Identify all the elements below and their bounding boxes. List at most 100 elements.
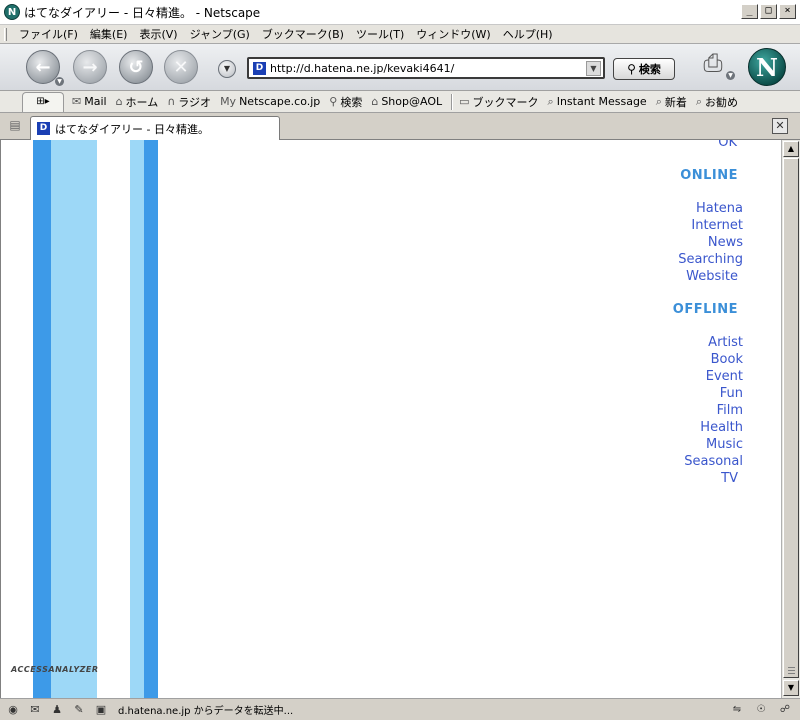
tab-hatena-diary[interactable]: D はてなダイアリー - 日々精進。 (30, 116, 280, 140)
netscape-app-icon: N (4, 4, 20, 20)
category-link-music[interactable]: Music (706, 437, 743, 452)
back-history-dropdown[interactable]: ▼ (55, 77, 64, 86)
category-link-fun[interactable]: Fun (720, 386, 743, 401)
bookmark-folder[interactable]: ▭ ブックマーク (459, 94, 538, 110)
search-button[interactable]: ⚲ 検索 (613, 58, 675, 80)
home-icon: ⌂ (115, 95, 123, 108)
scroll-up-button[interactable]: ▲ (783, 141, 799, 157)
address-book-icon[interactable]: ▣ (92, 702, 110, 718)
menu-help[interactable]: ヘルプ(H) (497, 26, 559, 42)
bookmark-instant-message[interactable]: ⌕ Instant Message (548, 95, 647, 109)
navigator-icon[interactable]: ◉ (4, 702, 22, 718)
navigation-toolbar: ← ▼ → ↺ ✕ ▼ D http://d.hatena.ne.jp/keva… (0, 44, 800, 91)
folder-icon: ▭ (459, 95, 470, 108)
category-link-seasonal[interactable]: Seasonal (684, 454, 743, 469)
privacy-icon[interactable]: ☉ (752, 703, 770, 717)
bookmark-shop-aol[interactable]: ⌂ Shop@AOL (371, 95, 442, 108)
decorative-stripe (51, 140, 97, 698)
security-lock-icon[interactable]: ☍ (776, 703, 794, 717)
menu-grip (4, 27, 7, 41)
url-text[interactable]: http://d.hatena.ne.jp/kevaki4641/ (270, 62, 586, 75)
thumb-grip (788, 670, 795, 671)
offline-heading: OFFLINE (672, 302, 738, 317)
reload-button[interactable]: ↺ (119, 50, 153, 84)
print-dropdown[interactable]: ▼ (726, 71, 735, 80)
bookmark-label: ラジオ (178, 95, 212, 109)
mail-icon[interactable]: ✉ (26, 702, 44, 718)
bookmark-home[interactable]: ⌂ ホーム (116, 94, 159, 110)
bookmark-icon: ⌕ (695, 94, 703, 108)
netscape-logo[interactable]: N (748, 48, 786, 86)
category-link-ok[interactable]: OK (718, 140, 737, 150)
bookmark-radio[interactable]: ∩ ラジオ (167, 94, 211, 110)
vertical-scrollbar[interactable]: ▲ ▼ (781, 140, 800, 698)
site-favicon-icon: D (253, 61, 266, 75)
bookmark-netscape-co-jp[interactable]: My Netscape.co.jp (220, 95, 320, 108)
access-analyzer-logo[interactable]: ACCESSANALYZER (11, 665, 131, 675)
thumb-grip (788, 673, 795, 674)
forward-arrow-icon: → (82, 56, 98, 78)
menu-file[interactable]: ファイル(F) (13, 26, 84, 42)
bookmark-label: 新着 (664, 95, 687, 109)
bookmark-mail[interactable]: ✉ Mail (72, 95, 107, 108)
url-history-button[interactable]: ▼ (218, 60, 236, 78)
bookmark-search[interactable]: ⚲ 検索 (329, 94, 362, 110)
bookmark-icon: ⌕ (655, 94, 662, 108)
category-link-artist[interactable]: Artist (708, 335, 743, 350)
online-status-icon[interactable]: ⇋ (728, 703, 746, 717)
new-tab-icon[interactable]: ▤ (7, 118, 23, 134)
tab-label: はてなダイアリー - 日々精進。 (55, 122, 209, 136)
menu-edit[interactable]: 編集(E) (84, 26, 134, 42)
radio-icon: ∩ (167, 95, 176, 108)
bookmark-recommended[interactable]: ⌕ お勧め (696, 94, 738, 110)
bookmark-label: Instant Message (556, 95, 647, 108)
category-link-tv[interactable]: TV (721, 471, 738, 486)
status-indicators: ⇋ ☉ ☍ (728, 703, 794, 717)
maximize-button[interactable]: □ (760, 4, 777, 19)
category-link-internet[interactable]: Internet (691, 218, 743, 233)
category-link-website[interactable]: Website (686, 269, 738, 284)
composer-icon[interactable]: ✎ (70, 702, 88, 718)
bookmark-label: お勧め (705, 95, 739, 109)
online-heading: ONLINE (680, 168, 738, 183)
menu-bar: ファイル(F) 編集(E) 表示(V) ジャンプ(G) ブックマーク(B) ツー… (0, 25, 800, 44)
url-dropdown-arrow[interactable]: ▼ (586, 60, 601, 76)
menu-bookmarks[interactable]: ブックマーク(B) (256, 26, 350, 42)
scroll-thumb[interactable] (783, 158, 799, 678)
sidebar-toggle-button[interactable]: ⊞▸ (22, 91, 64, 112)
stop-button[interactable]: ✕ (164, 50, 198, 84)
menu-go[interactable]: ジャンプ(G) (184, 26, 256, 42)
menu-view[interactable]: 表示(V) (133, 26, 183, 42)
close-tab-button[interactable]: ✕ (772, 118, 788, 134)
print-icon[interactable]: ⎙ (697, 49, 729, 79)
url-field[interactable]: D http://d.hatena.ne.jp/kevaki4641/ ▼ (247, 57, 605, 79)
bookmark-new[interactable]: ⌕ 新着 (656, 94, 687, 110)
category-link-book[interactable]: Book (711, 352, 743, 367)
personal-toolbar: ⊞▸ ✉ Mail ⌂ ホーム ∩ ラジオ My Netscape.co.jp … (0, 91, 800, 113)
category-link-health[interactable]: Health (700, 420, 743, 435)
bookmark-icon: ⌕ (547, 94, 554, 108)
category-link-hatena[interactable]: Hatena (696, 201, 743, 216)
menu-window[interactable]: ウィンドウ(W) (410, 26, 496, 42)
category-link-event[interactable]: Event (706, 369, 743, 384)
category-link-searching[interactable]: Searching (678, 252, 743, 267)
search-button-label: 検索 (638, 63, 661, 76)
close-window-button[interactable]: × (779, 4, 796, 19)
instant-messenger-icon[interactable]: ♟ (48, 702, 66, 718)
scroll-down-button[interactable]: ▼ (783, 680, 799, 696)
menu-tools[interactable]: ツール(T) (350, 26, 410, 42)
title-bar: N はてなダイアリー - 日々精進。 - Netscape _ □ × (0, 0, 800, 25)
thumb-grip (788, 667, 795, 668)
search-icon: ⚲ (329, 95, 338, 108)
forward-button[interactable]: → (73, 50, 107, 84)
category-link-film[interactable]: Film (717, 403, 743, 418)
window-title: はてなダイアリー - 日々精進。 - Netscape (24, 5, 261, 20)
shop-icon: ⌂ (371, 95, 379, 108)
page-content: ACCESSANALYZER OK ONLINE Hatena Internet… (0, 140, 781, 698)
stop-icon: ✕ (173, 56, 189, 78)
minimize-button[interactable]: _ (741, 4, 758, 19)
bookmark-label: Netscape.co.jp (239, 95, 321, 108)
category-link-news[interactable]: News (708, 235, 743, 250)
bookmark-label: Mail (84, 95, 107, 108)
window-controls: _ □ × (741, 4, 796, 19)
